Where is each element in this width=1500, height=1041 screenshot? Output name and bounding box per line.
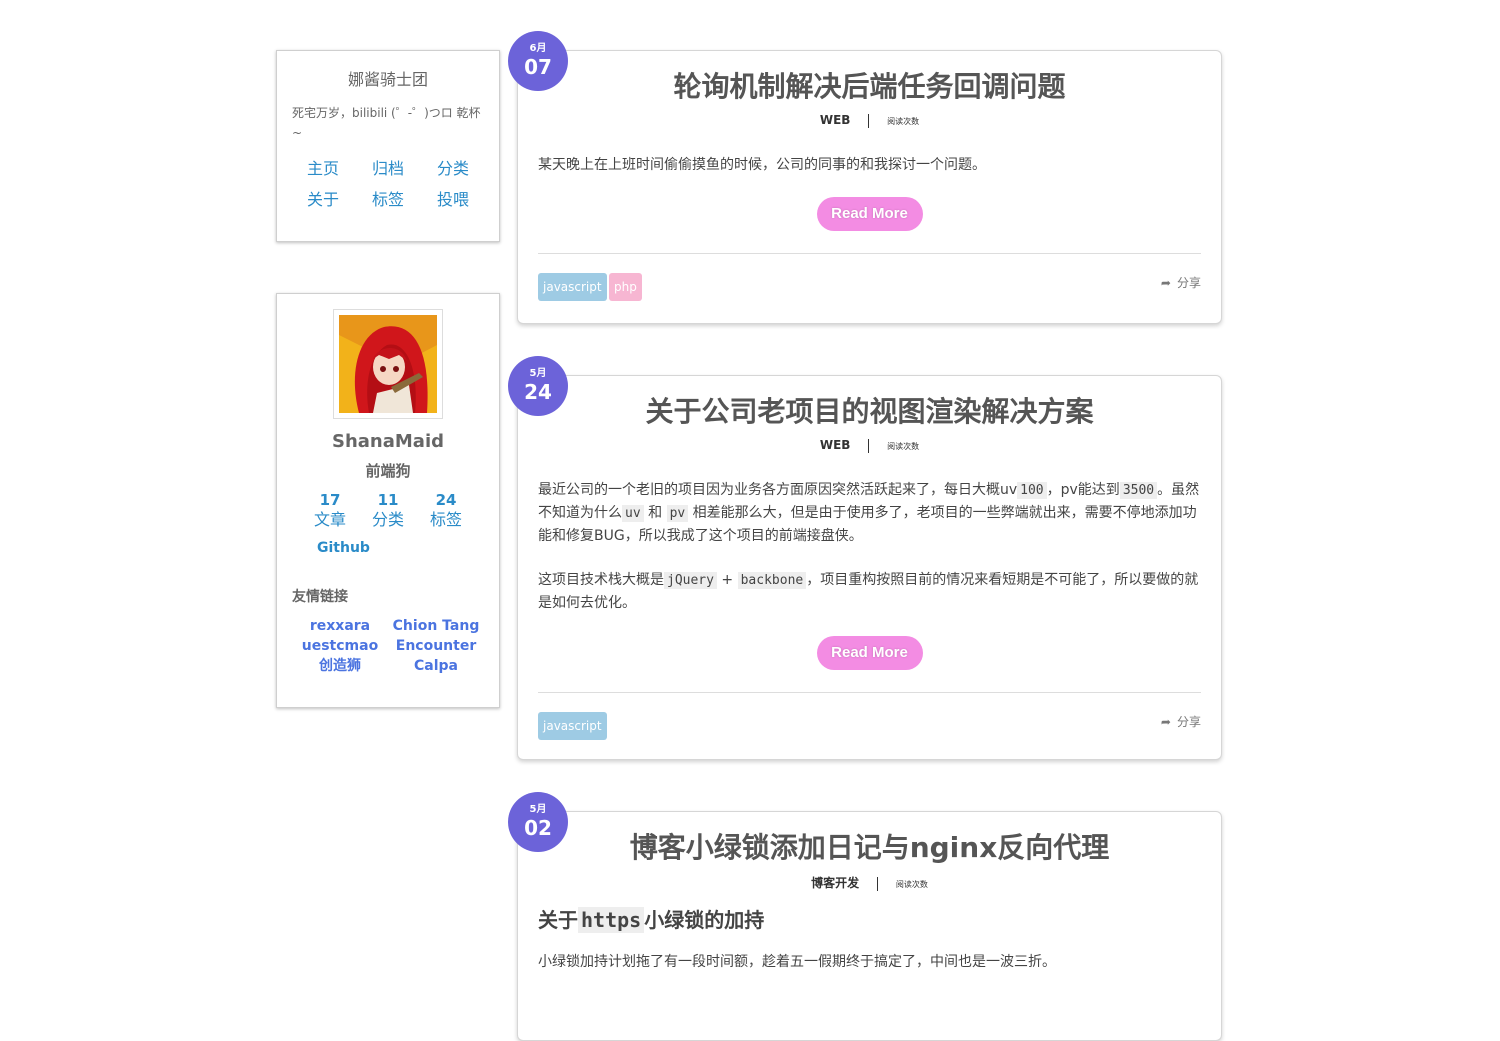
site-title: 娜酱骑士团: [347, 70, 428, 89]
post-meta: WEB 阅读次数: [518, 113, 1221, 128]
inline-code: backbone: [737, 571, 807, 589]
post-footer: javascript ➦ 分享: [538, 691, 1201, 761]
menu-item-donate[interactable]: 投喂: [421, 188, 486, 212]
friend-link[interactable]: Encounter: [388, 636, 484, 656]
menu-item-home[interactable]: 主页: [291, 157, 356, 181]
tag-javascript[interactable]: javascript: [538, 272, 607, 301]
author-panel: ShanaMaid 前端狗 17 文章 11 分类 24 标签 Github 友…: [276, 293, 500, 708]
friend-links: rexxara Chion Tang uestcmao Encounter 创造…: [277, 616, 499, 676]
stat-tags-count: 24: [435, 491, 457, 509]
post-card: 5月 02 博客小绿锁添加日记与nginx反向代理 博客开发 阅读次数 关于 ht…: [508, 792, 1222, 1041]
share-button[interactable]: ➦ 分享: [1161, 274, 1201, 291]
site-menu: 主页 归档 分类 关于 标签 投喂: [277, 157, 499, 212]
post-date-badge: 6月 07: [508, 31, 568, 91]
post-day: 02: [524, 816, 552, 840]
inline-code: jQuery: [664, 571, 717, 589]
menu-item-archive[interactable]: 归档: [356, 157, 421, 181]
avatar-image: [339, 315, 437, 413]
meta-divider: [877, 876, 878, 891]
inline-code: https: [578, 907, 645, 933]
stat-tags[interactable]: 24 标签: [428, 491, 464, 530]
inline-code: 100: [1017, 481, 1047, 499]
post-month: 5月: [529, 804, 547, 815]
post-category[interactable]: 博客开发: [811, 876, 859, 890]
post-footer: javascript php ➦ 分享: [538, 252, 1201, 322]
post-read-count: 阅读次数: [887, 442, 920, 451]
friend-link[interactable]: 创造狮: [292, 656, 388, 676]
meta-divider: [868, 438, 870, 453]
site-description: 死宅万岁，bilibili (゜-゜)つロ 乾杯~: [292, 106, 481, 140]
post-excerpt-text: 某天晚上在上班时间偷偷摸鱼的时候，公司的同事的和我探讨一个问题。: [538, 156, 986, 173]
post-category[interactable]: WEB: [820, 438, 851, 452]
post-month: 5月: [529, 368, 547, 379]
author-name: ShanaMaid: [332, 431, 444, 452]
post-meta: 博客开发 阅读次数: [518, 874, 1221, 891]
read-more-button[interactable]: Read More: [816, 196, 923, 231]
share-label: 分享: [1176, 275, 1201, 290]
meta-divider: [868, 113, 870, 128]
stat-tags-label: 标签: [429, 510, 462, 529]
post-date-badge: 5月 24: [508, 356, 568, 416]
inline-code: 3500: [1119, 481, 1158, 499]
github-link[interactable]: Github: [317, 540, 370, 556]
post-excerpt-text: 小绿锁加持计划拖了有一段时间额，趁着五一假期终于搞定了，中间也是一波三折。: [538, 954, 1056, 970]
inline-code: uv: [622, 504, 644, 522]
stat-posts[interactable]: 17 文章: [312, 491, 348, 530]
avatar: [333, 309, 443, 419]
friend-link[interactable]: rexxara: [292, 616, 388, 636]
post-excerpt: 某天晚上在上班时间偷偷摸鱼的时候，公司的同事的和我探讨一个问题。: [518, 154, 1221, 176]
post-title[interactable]: 关于公司老项目的视图渲染解决方案: [518, 394, 1221, 430]
friend-link[interactable]: Chion Tang: [388, 616, 484, 636]
tag-javascript[interactable]: javascript: [538, 711, 607, 740]
author-stats: 17 文章 11 分类 24 标签: [277, 491, 499, 530]
post-paragraph: 这项目技术栈大概是 jQuery + backbone ，项目重构按照目前的情况来看…: [538, 571, 1199, 611]
menu-item-about[interactable]: 关于: [291, 188, 356, 212]
post-heading: 关于 https 小绿锁的加持: [538, 907, 765, 933]
share-label: 分享: [1176, 714, 1201, 729]
share-icon: ➦: [1160, 275, 1171, 290]
share-button[interactable]: ➦ 分享: [1161, 713, 1201, 730]
inline-code: pv: [666, 504, 689, 522]
menu-item-categories[interactable]: 分类: [421, 157, 486, 181]
post-date-badge: 5月 02: [508, 792, 568, 852]
friend-links-title: 友情链接: [292, 589, 348, 605]
author-role: 前端狗: [365, 462, 411, 480]
read-more-button[interactable]: Read More: [816, 635, 923, 670]
post-read-count: 阅读次数: [895, 880, 928, 889]
stat-posts-label: 文章: [313, 510, 346, 529]
post-card: 5月 24 关于公司老项目的视图渲染解决方案 WEB 阅读次数 最近公司的一个老…: [508, 356, 1222, 761]
post-excerpt: 最近公司的一个老旧的项目因为业务各方面原因突然活跃起来了，每日大概uv 100 ，p…: [518, 479, 1221, 614]
site-info-panel: 娜酱骑士团 死宅万岁，bilibili (゜-゜)つロ 乾杯~ 主页 归档 分类…: [276, 50, 500, 242]
post-category[interactable]: WEB: [820, 113, 851, 127]
avatar-illustration: [339, 315, 437, 413]
post-meta: WEB 阅读次数: [518, 438, 1221, 453]
post-day: 24: [524, 380, 552, 404]
stat-categories-label: 分类: [371, 510, 404, 529]
post-card: 6月 07 轮询机制解决后端任务回调问题 WEB 阅读次数 某天晚上在上班时间偷…: [508, 31, 1222, 324]
post-paragraph: 最近公司的一个老旧的项目因为业务各方面原因突然活跃起来了，每日大概uv 100 ，p…: [538, 481, 1200, 544]
stat-categories[interactable]: 11 分类: [370, 491, 406, 530]
post-month: 6月: [529, 43, 547, 54]
friend-link[interactable]: Calpa: [388, 656, 484, 676]
stat-categories-count: 11: [377, 491, 399, 509]
post-title[interactable]: 轮询机制解决后端任务回调问题: [518, 69, 1221, 105]
tag-php[interactable]: php: [609, 272, 642, 301]
friend-link[interactable]: uestcmao: [292, 636, 388, 656]
post-title[interactable]: 博客小绿锁添加日记与nginx反向代理: [518, 830, 1221, 866]
post-read-count: 阅读次数: [887, 117, 920, 126]
share-icon: ➦: [1160, 714, 1171, 729]
post-excerpt: 关于 https 小绿锁的加持 小绿锁加持计划拖了有一段时间额，趁着五一假期终于搞定…: [518, 907, 1221, 973]
menu-item-tags[interactable]: 标签: [356, 188, 421, 212]
post-day: 07: [524, 55, 552, 79]
stat-posts-count: 17: [319, 491, 341, 509]
